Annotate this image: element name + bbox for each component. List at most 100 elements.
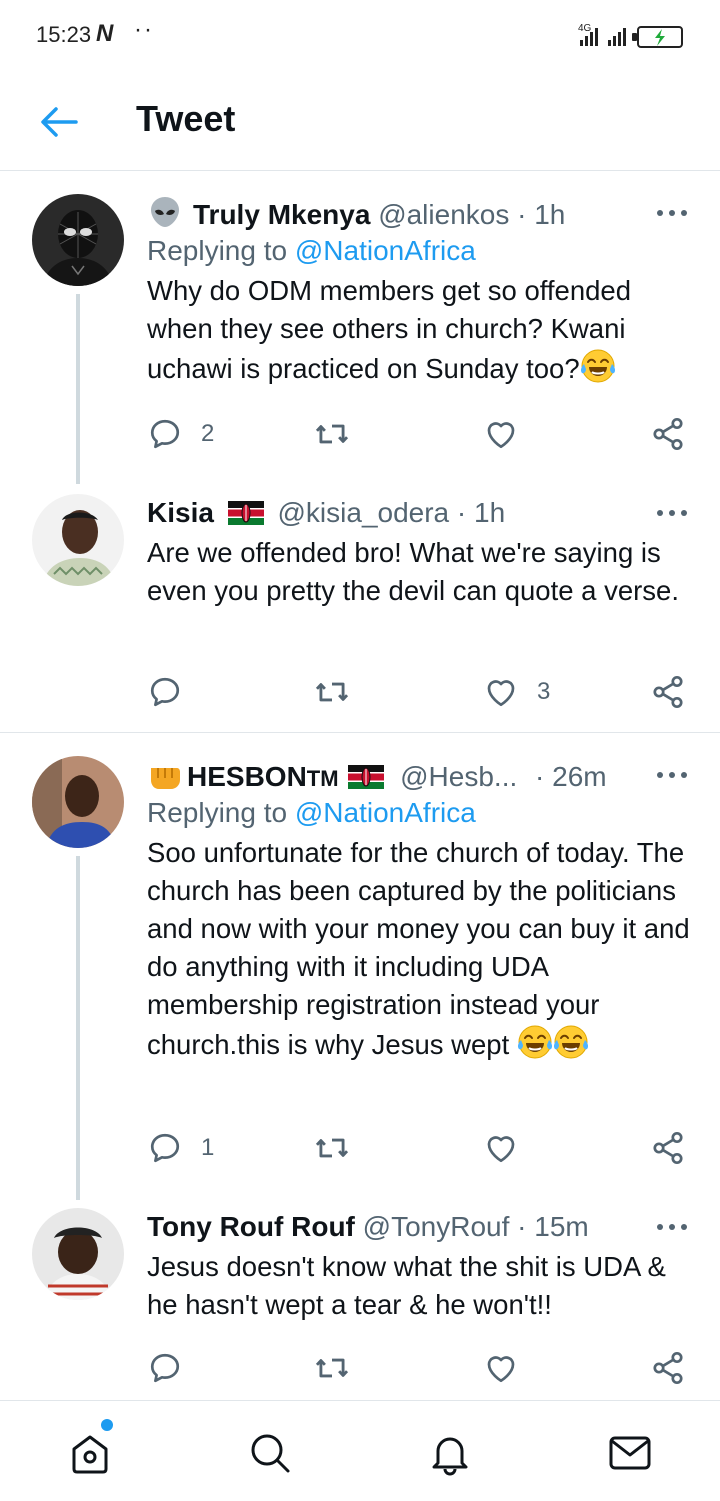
avatar[interactable]	[32, 194, 124, 286]
tweet-text-container: Soo unfortunate for the church of today.…	[147, 834, 692, 1064]
share-button[interactable]	[650, 1348, 686, 1388]
retweet-button[interactable]	[313, 672, 369, 712]
replying-to: Replying to @NationAfrica	[147, 794, 692, 832]
divider	[0, 732, 720, 733]
tweet-text: Jesus doesn't know what the shit is UDA …	[147, 1251, 666, 1320]
retweet-icon	[313, 673, 351, 711]
tweet[interactable]: Tony Rouf Rouf @TonyRouf · 15m Jesus doe…	[0, 1208, 720, 1398]
like-icon	[483, 674, 519, 710]
share-button[interactable]	[650, 414, 686, 454]
tweet-actions: 2	[147, 414, 692, 454]
tweet-header: HESBONTM @Hesb... · 26m	[147, 756, 692, 794]
alien-icon	[151, 197, 179, 227]
avatar[interactable]	[32, 756, 124, 848]
retweet-button[interactable]	[313, 1348, 369, 1388]
status-time: 15:23	[36, 22, 92, 47]
more-icon[interactable]	[652, 756, 692, 794]
like-button[interactable]	[483, 1348, 537, 1388]
retweet-icon	[313, 415, 351, 453]
tweet[interactable]: Truly Mkenya @alienkos · 1h Replying to …	[0, 194, 720, 484]
like-button[interactable]: 3	[483, 672, 550, 712]
author-name[interactable]: HESBON	[187, 761, 307, 792]
fist-icon	[151, 768, 180, 789]
status-more-dots: ··	[134, 16, 154, 43]
replying-prefix: Replying to	[147, 797, 295, 828]
like-icon	[483, 1130, 519, 1166]
reply-button[interactable]: 1	[147, 1128, 214, 1168]
thread-line	[76, 294, 80, 484]
tweet[interactable]: Kisia @kisia_odera · 1h Are we offended …	[0, 494, 720, 730]
author-name[interactable]: Tony Rouf Rouf	[147, 1211, 355, 1242]
status-bar: 15:23 N ·· 4G	[0, 0, 720, 72]
like-button[interactable]	[483, 1128, 537, 1168]
status-indicators: 4G	[578, 23, 683, 48]
tweet[interactable]: HESBONTM @Hesb... · 26m Replying to @Nat…	[0, 756, 720, 1200]
share-icon	[650, 416, 686, 452]
tweet-header: Truly Mkenya @alienkos · 1h	[147, 194, 692, 232]
avatar[interactable]	[32, 494, 124, 586]
reply-icon	[147, 674, 183, 710]
author-name[interactable]: Kisia	[147, 497, 214, 528]
share-icon	[650, 674, 686, 710]
kenya-flag-icon	[348, 765, 384, 789]
like-icon	[483, 1350, 519, 1386]
page-title: Tweet	[136, 98, 236, 139]
reply-count: 2	[201, 420, 215, 447]
tweet-text: Soo unfortunate for the church of today.…	[147, 837, 690, 1060]
avatar[interactable]	[32, 1208, 124, 1300]
retweet-icon	[313, 1349, 351, 1387]
mention-link[interactable]: @NationAfrica	[295, 797, 476, 828]
mention-link[interactable]: @NationAfrica	[295, 235, 476, 266]
like-button[interactable]	[483, 414, 537, 454]
retweet-button[interactable]	[313, 1128, 369, 1168]
reply-button[interactable]: 2	[147, 414, 214, 454]
share-icon	[650, 1130, 686, 1166]
kenya-flag-icon	[228, 501, 264, 525]
search-icon[interactable]	[246, 1429, 294, 1477]
home-icon[interactable]	[66, 1429, 114, 1477]
new-content-dot	[101, 1419, 113, 1431]
notifications-icon[interactable]	[426, 1429, 474, 1477]
more-icon[interactable]	[652, 194, 692, 232]
retweet-icon	[313, 1129, 351, 1167]
reply-button[interactable]	[147, 1348, 201, 1388]
more-icon[interactable]	[652, 494, 692, 532]
network-type-label: 4G	[578, 23, 592, 34]
reply-icon	[147, 1130, 183, 1166]
reply-icon	[147, 416, 183, 452]
tweet-text: Why do ODM members get so offended when …	[147, 275, 632, 384]
author-handle[interactable]: @Hesb...	[400, 761, 517, 792]
thread-line	[76, 856, 80, 1200]
share-button[interactable]	[650, 1128, 686, 1168]
author-handle[interactable]: @TonyRouf	[363, 1211, 510, 1242]
replying-prefix: Replying to	[147, 235, 295, 266]
tweet-header: Kisia @kisia_odera · 1h	[147, 494, 692, 532]
tweet-time: · 1h	[517, 199, 566, 230]
reply-button[interactable]	[147, 672, 201, 712]
tweet-time: · 1h	[456, 497, 506, 528]
author-name-suffix: TM	[306, 766, 339, 791]
share-button[interactable]	[650, 672, 686, 712]
reply-count: 1	[201, 1134, 215, 1161]
top-bar: Tweet	[0, 72, 720, 171]
laughing-crying-emoji	[580, 348, 616, 384]
like-icon	[483, 416, 519, 452]
back-arrow-icon[interactable]	[36, 102, 80, 142]
laughing-crying-emoji	[553, 1024, 589, 1060]
author-handle[interactable]: @kisia_odera	[278, 497, 450, 528]
tweet-header: Tony Rouf Rouf @TonyRouf · 15m	[147, 1208, 692, 1246]
tweet-text: Are we offended bro! What we're saying i…	[147, 537, 679, 606]
retweet-button[interactable]	[313, 414, 369, 454]
tweet-time: · 15m	[517, 1211, 589, 1242]
laughing-crying-emoji	[517, 1024, 553, 1060]
like-count: 3	[537, 678, 551, 705]
battery-icon	[632, 26, 683, 48]
tweet-actions: 3	[147, 672, 692, 712]
messages-icon[interactable]	[606, 1429, 654, 1477]
replying-to: Replying to @NationAfrica	[147, 232, 692, 270]
author-handle[interactable]: @alienkos	[378, 199, 509, 230]
more-icon[interactable]	[652, 1208, 692, 1246]
tweet-time: · 26m	[535, 761, 607, 792]
bottom-nav	[0, 1400, 720, 1501]
author-name[interactable]: Truly Mkenya	[193, 199, 370, 230]
